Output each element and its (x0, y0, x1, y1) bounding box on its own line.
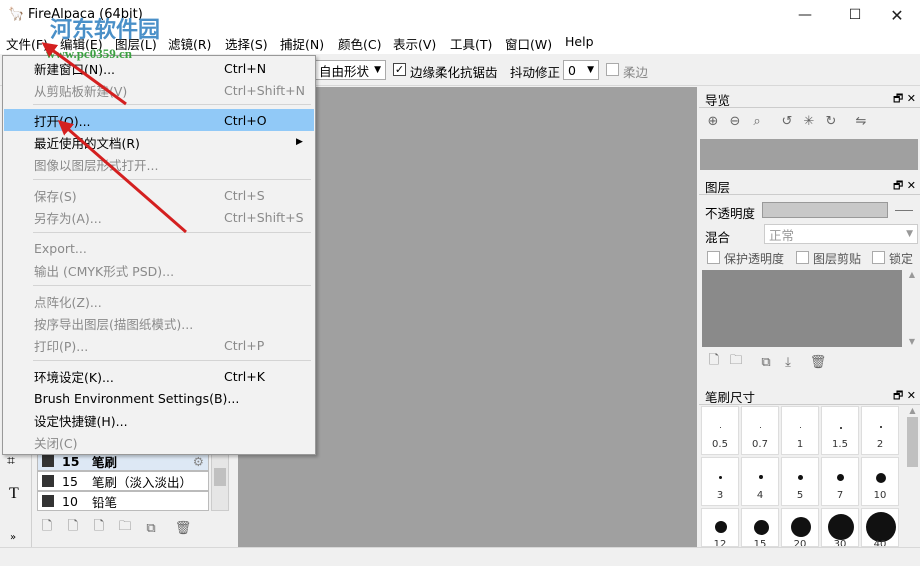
annotation-arrows (41, 42, 187, 234)
arrow-to-open-item (57, 120, 187, 234)
arrow-to-file-menu (41, 42, 127, 106)
